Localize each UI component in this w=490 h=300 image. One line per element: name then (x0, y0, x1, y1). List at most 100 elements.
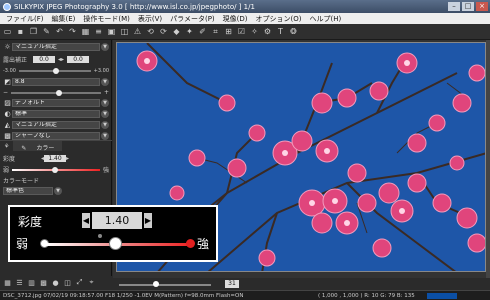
thumbnail-icon[interactable]: ▦ (3, 279, 12, 287)
tone-knob[interactable] (56, 89, 62, 96)
crop-icon[interactable]: ⌗ (211, 27, 220, 37)
star-icon[interactable]: ✧ (250, 27, 259, 36)
layers-icon[interactable]: ☰ (15, 279, 24, 287)
menu-develop[interactable]: 現像(D) (219, 14, 252, 24)
noise-row: ▩ シャープなし ▼ (3, 131, 109, 140)
exposure-knob[interactable] (53, 67, 60, 74)
noise-icon: ▩ (4, 131, 11, 140)
exposure-slider-row: -3.00 +3.00 (3, 66, 109, 75)
exposure-row: 露出補正 0.0 ◂▸ 0.0 (3, 55, 109, 64)
chevron-down-icon[interactable]: ▼ (101, 98, 109, 107)
tab-color[interactable]: ✎ カラー (13, 141, 63, 152)
chevron-down-icon[interactable]: ▼ (101, 131, 109, 140)
undo-icon[interactable]: ↶ (55, 27, 64, 36)
app-icon (3, 2, 11, 11)
check-icon[interactable]: ☑ (237, 27, 246, 36)
window-controls: – □ × (448, 2, 488, 11)
arrow-right-icon[interactable]: ▸ (66, 155, 69, 162)
exposure-slider[interactable] (18, 67, 91, 74)
chevron-down-icon[interactable]: ▼ (101, 109, 109, 118)
strong-label: 強 (102, 167, 109, 174)
tone-dropdown[interactable]: 8.8 (12, 77, 100, 86)
vertical-scrollbar[interactable] (486, 40, 490, 278)
default-tick-mark (98, 234, 102, 238)
arrow-right-icon[interactable]: ▶ (144, 213, 152, 228)
popup-strong-label: 強 (197, 237, 210, 251)
expand-icon[interactable]: ⤢ (75, 278, 84, 287)
menu-option[interactable]: オプション(O) (252, 14, 306, 24)
sharpness-dropdown[interactable]: マニュアル指定 (12, 120, 100, 129)
half-circle-icon: ◐ (4, 109, 11, 118)
single-view-icon[interactable]: ▣ (107, 27, 116, 36)
menu-help[interactable]: ヘルプ(H) (306, 14, 346, 24)
filter-icon[interactable]: ▩ (39, 279, 48, 287)
chevron-down-icon[interactable]: ▼ (101, 120, 109, 129)
pencil-icon: ✎ (21, 145, 29, 152)
chevron-down-icon[interactable]: ▼ (101, 42, 109, 51)
zoom-slider-knob[interactable] (153, 281, 159, 287)
exposure-value-2[interactable]: 0.0 (67, 56, 90, 63)
exposure-value-1[interactable]: 0.0 (33, 56, 55, 63)
saturation-zoom-callout: 彩度 ◀ 1.40 ▶ 弱 強 (8, 205, 218, 262)
color-mode-dropdown[interactable]: 標準色 (3, 186, 53, 195)
saturation-slider[interactable] (12, 166, 100, 173)
popup-saturation-knob[interactable] (108, 237, 122, 250)
tone-row: ◩ 8.8 ▼ (3, 77, 109, 86)
minimize-icon[interactable]: – (448, 2, 460, 11)
menu-mode[interactable]: 操作モード(M) (79, 14, 134, 24)
redo-icon[interactable]: ↷ (68, 27, 77, 36)
menu-edit[interactable]: 編集(E) (48, 14, 80, 24)
status-bar: DSC_3712.jpg 07/02/19 09:18:57.00 F18 1/… (0, 290, 490, 300)
open-folder-icon[interactable]: ▭ (3, 27, 12, 36)
zoom-value[interactable]: 31 (225, 280, 239, 288)
arrow-left-icon[interactable]: ◀ (82, 213, 90, 228)
color-mode-row: 標準色 ▼ (3, 186, 109, 195)
exposure-min: -3.00 (3, 67, 16, 74)
stack-icon[interactable]: ◫ (63, 279, 72, 287)
chevron-down-icon[interactable]: ▼ (101, 77, 109, 86)
tone-icon: ◩ (4, 77, 11, 86)
zoom-slider-track[interactable] (119, 284, 211, 286)
help-icon[interactable]: ❂ (289, 27, 298, 36)
develop-icon[interactable]: ◆ (172, 27, 181, 36)
save-icon[interactable]: ▪ (16, 27, 25, 36)
crosshair-icon[interactable]: ⌖ (87, 278, 96, 287)
film-icon[interactable]: ▥ (27, 279, 36, 287)
compare-view-icon[interactable]: ◫ (120, 27, 129, 36)
panel-bottom-toolbar: ▦ ☰ ▥ ▩ ● ◫ ⤢ ⌖ (0, 276, 112, 289)
warning-icon[interactable]: ⚠ (133, 27, 142, 36)
grid-view-icon[interactable]: ▦ (81, 27, 90, 36)
pipette-icon[interactable]: ✐ (198, 27, 207, 36)
tone-slider[interactable] (11, 89, 101, 96)
popup-weak-label: 弱 (16, 237, 29, 251)
menu-view[interactable]: 表示(V) (134, 14, 166, 24)
popup-saturation-value[interactable]: 1.40 (92, 212, 142, 229)
menu-parameter[interactable]: パラメータ(P) (166, 14, 218, 24)
brush-icon[interactable]: ✎ (42, 27, 51, 36)
circle-icon[interactable]: ● (51, 279, 60, 287)
copy-icon[interactable]: ❐ (29, 27, 38, 36)
close-icon[interactable]: × (476, 2, 488, 11)
tools-icon[interactable]: ✦ (185, 27, 194, 36)
menu-file[interactable]: ファイル(F) (2, 14, 48, 24)
noise-dropdown[interactable]: シャープなし (12, 131, 100, 140)
text-icon[interactable]: T (276, 27, 285, 36)
saturation-label: 彩度 (3, 156, 16, 163)
slider-max-dot (186, 239, 195, 248)
window-title: SILKYPIX JPEG Photography 3.0 [ http://w… (14, 2, 255, 11)
gear-icon[interactable]: ⚙ (263, 27, 272, 36)
tab-tools[interactable]: ⚘ (0, 141, 13, 151)
rotate-right-icon[interactable]: ⟳ (159, 27, 168, 36)
saturation-value[interactable]: 1.40 (44, 155, 67, 162)
grid-icon[interactable]: ⊞ (224, 27, 233, 36)
white-balance-dropdown[interactable]: マニュアル指定 (12, 42, 100, 51)
contrast-dropdown[interactable]: デフォルト (12, 98, 100, 107)
color-dropdown[interactable]: 標準 (12, 109, 100, 118)
chevron-down-icon[interactable]: ▼ (54, 186, 62, 195)
minus-icon: − (3, 89, 9, 96)
saturation-knob[interactable] (51, 166, 58, 173)
rotate-left-icon[interactable]: ⟲ (146, 27, 155, 36)
list-view-icon[interactable]: ≡ (94, 27, 103, 36)
saturation-row: 彩度 ◂ 1.40 ▸ (3, 154, 109, 163)
maximize-icon[interactable]: □ (462, 2, 474, 11)
